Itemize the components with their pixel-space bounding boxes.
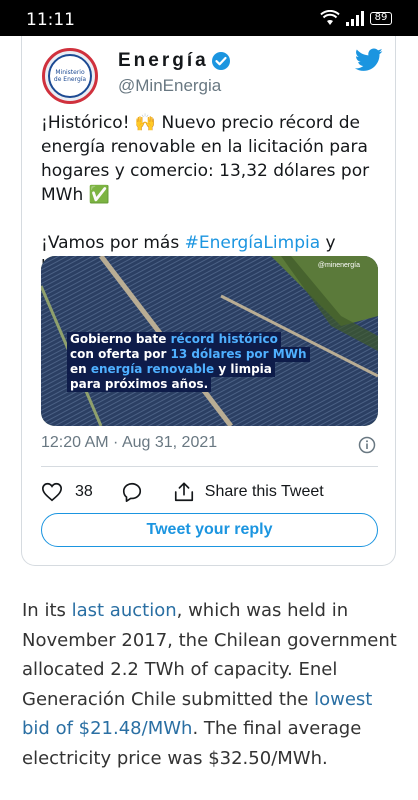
article-paragraph: In its last auction, which was held in N…: [22, 600, 397, 769]
status-bar: 11:11 89: [0, 0, 418, 36]
last-auction-link[interactable]: last auction: [72, 600, 177, 621]
author-name-text: Energía: [118, 50, 209, 71]
like-count[interactable]: 38: [75, 483, 93, 501]
reply-bubble-icon[interactable]: [121, 481, 143, 503]
divider: [41, 466, 378, 467]
tweet-paragraph-1: ¡Histórico! 🙌 Nuevo precio récord de ene…: [41, 113, 370, 205]
tweet-timestamp[interactable]: 12:20 AM · Aug 31, 2021: [41, 434, 217, 452]
avatar-logo: Ministerio de Energía: [48, 54, 92, 98]
signal-icon: [346, 10, 364, 26]
author-name[interactable]: Energía: [118, 50, 231, 72]
tweet-media-image[interactable]: @minenergía Gobierno bate récord históri…: [41, 256, 378, 426]
verified-badge-icon: [211, 52, 230, 70]
info-icon[interactable]: [358, 436, 376, 454]
author-handle[interactable]: @MinEnergia: [118, 76, 221, 96]
heart-icon[interactable]: [41, 481, 63, 503]
avatar[interactable]: Ministerio de Energía: [42, 48, 98, 104]
twitter-logo-icon[interactable]: [355, 48, 383, 72]
tweet-reply-button[interactable]: Tweet your reply: [41, 513, 378, 547]
battery-icon: 89: [370, 11, 392, 25]
wifi-icon: [320, 10, 340, 25]
status-time: 11:11: [26, 10, 75, 30]
status-icons: 89: [320, 10, 392, 26]
media-caption: Gobierno bate récord histórico con ofert…: [67, 332, 310, 392]
share-icon[interactable]: [173, 481, 195, 503]
share-tweet-link[interactable]: Share this Tweet: [205, 483, 324, 501]
tweet-card[interactable]: Ministerio de Energía Energía @MinEnergi…: [21, 36, 396, 566]
hashtag-link[interactable]: #EnergíaLimpia: [185, 233, 321, 253]
tweet-actions: 38 Share this Tweet: [41, 480, 324, 504]
media-watermark: @minenergía: [317, 262, 360, 269]
